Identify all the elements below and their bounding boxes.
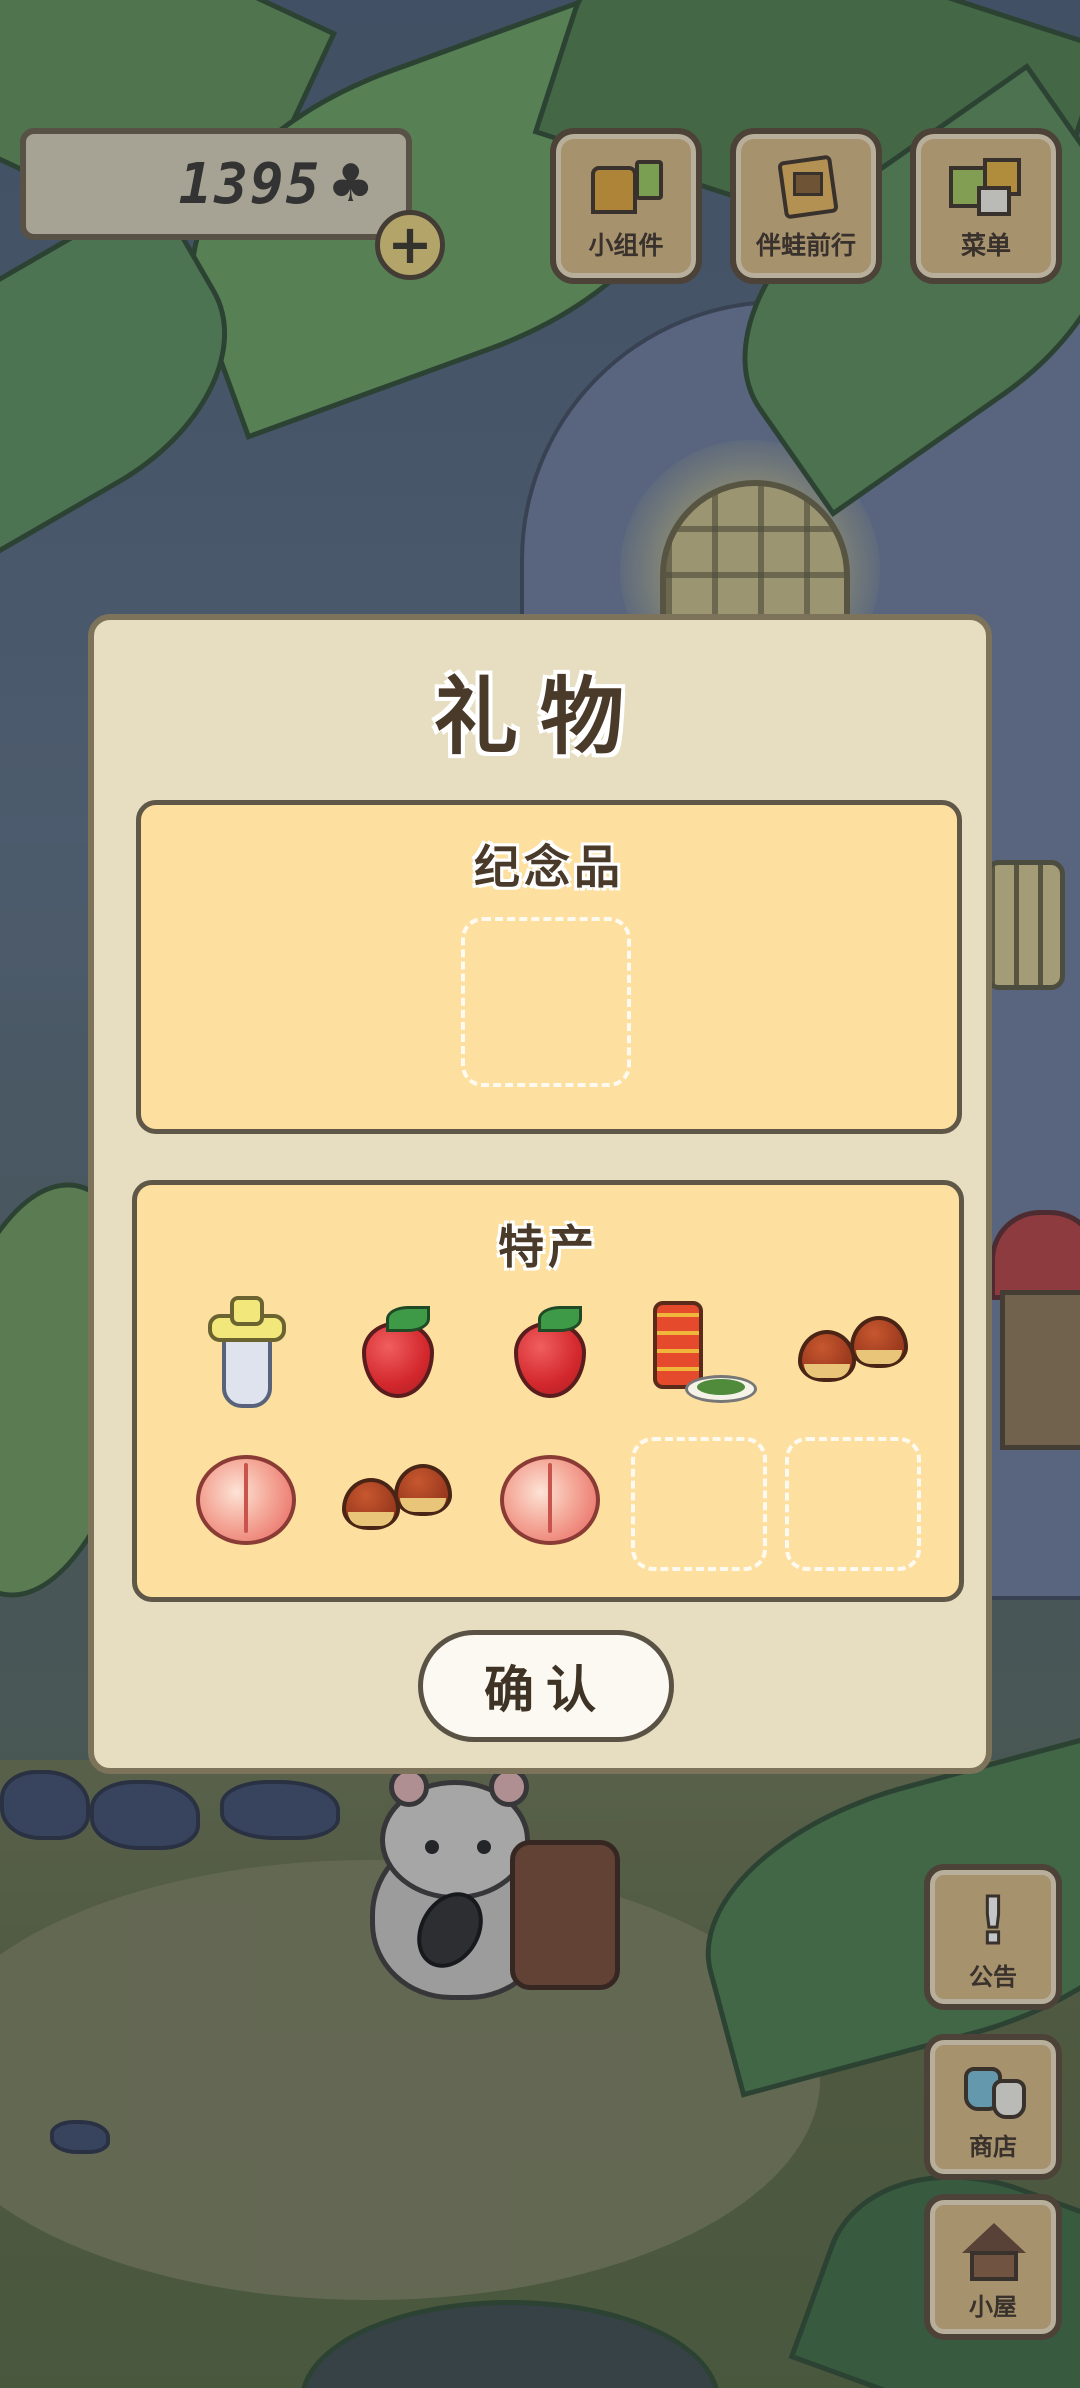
specialty-item-tea[interactable] xyxy=(635,1285,769,1419)
strawberry-icon xyxy=(508,1304,592,1400)
peach-icon xyxy=(498,1453,602,1547)
dialog-title: 礼物 xyxy=(433,668,646,766)
specialty-panel: 特产 xyxy=(132,1180,964,1602)
chestnuts-icon xyxy=(798,1312,910,1392)
bottle-gift-icon xyxy=(208,1296,286,1408)
specialty-item-peach[interactable] xyxy=(179,1433,313,1567)
souvenir-slot-empty[interactable] xyxy=(461,917,631,1087)
specialty-item-bottle[interactable] xyxy=(179,1285,313,1419)
chestnuts-icon xyxy=(342,1460,454,1540)
confirm-button[interactable]: 确认 xyxy=(418,1630,674,1742)
specialty-item-peach[interactable] xyxy=(483,1433,617,1567)
specialty-title: 特产 xyxy=(498,1220,598,1274)
strawberry-icon xyxy=(356,1304,440,1400)
peach-icon xyxy=(194,1453,298,1547)
souvenir-title: 纪念品 xyxy=(474,840,624,894)
tea-can-icon xyxy=(647,1297,757,1407)
specialty-slot-empty[interactable] xyxy=(631,1437,767,1571)
specialty-item-strawberry[interactable] xyxy=(331,1285,465,1419)
gift-dialog: 礼物 纪念品 特产 确认 xyxy=(88,614,992,1774)
specialty-item-strawberry[interactable] xyxy=(483,1285,617,1419)
specialty-item-chestnuts[interactable] xyxy=(331,1433,465,1567)
specialty-item-chestnuts[interactable] xyxy=(787,1285,921,1419)
specialty-slot-empty[interactable] xyxy=(785,1437,921,1571)
souvenir-panel: 纪念品 xyxy=(136,800,962,1134)
